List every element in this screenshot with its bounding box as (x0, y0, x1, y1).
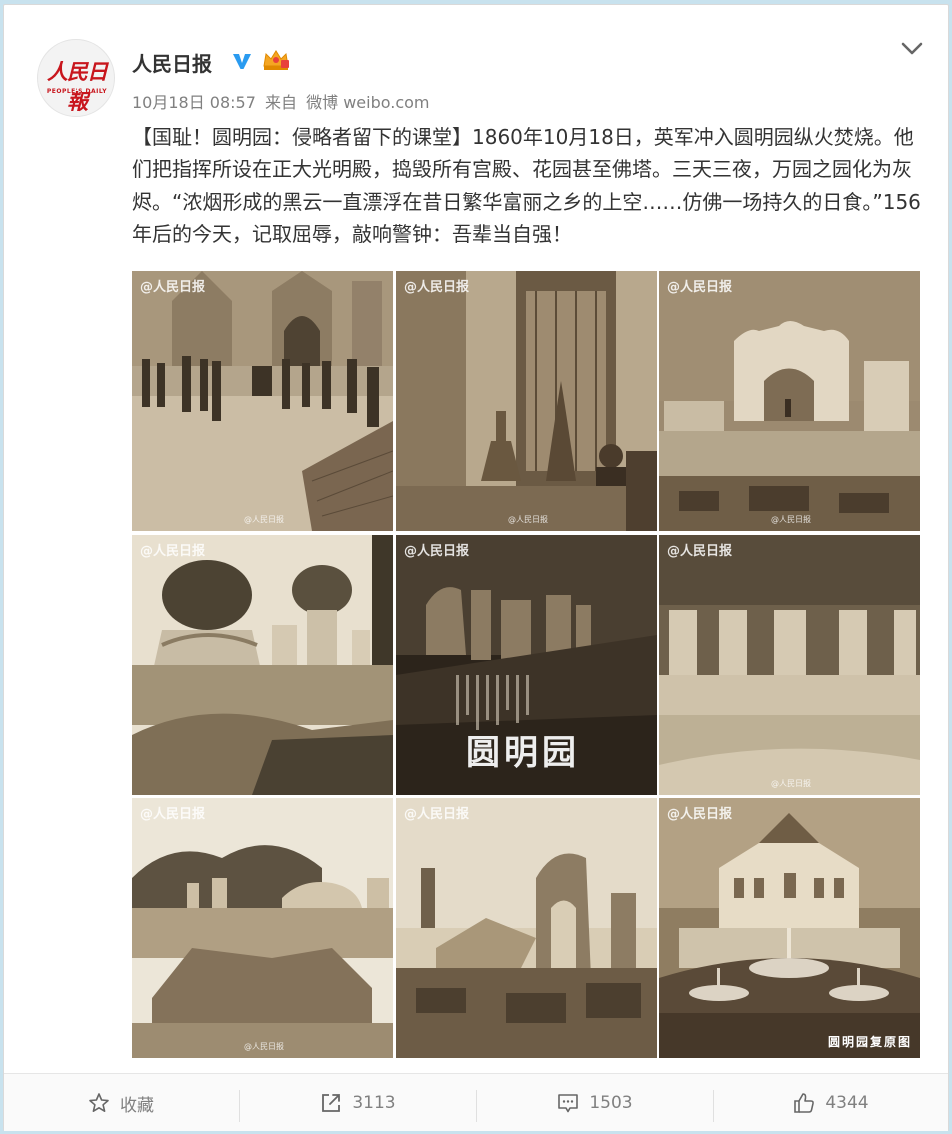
avatar-logo-english: PEOPLE'S DAILY (46, 88, 108, 95)
watermark-small: @人民日报 (508, 515, 548, 524)
watermark-small: @人民日报 (244, 1042, 284, 1051)
repost-button[interactable]: 3113 (240, 1074, 476, 1132)
photo-rubble-field-image (132, 798, 393, 1058)
image-grid: @人民日报 @人民日报 @人民日报 @人民日报 @人民日报 @人民日报 @人民日… (132, 271, 920, 1059)
photo-palace-bell-image (396, 271, 657, 531)
photo-ruins-trees[interactable]: @人民日报 (132, 535, 393, 795)
action-bar: 收藏 3113 1503 4344 (4, 1073, 948, 1131)
post-meta: 10月18日 08:57 来自 微博 weibo.com (132, 89, 434, 113)
repost-share-icon (322, 1094, 341, 1112)
author-avatar[interactable]: 人民日報 PEOPLE'S DAILY (37, 39, 115, 117)
restoration-caption: 圆明园复原图 (827, 1035, 912, 1049)
photo-stone-panels[interactable]: @人民日报 @人民日报 (659, 535, 920, 795)
photo-stone-panels-image (659, 535, 920, 795)
watermark-small: @人民日报 (771, 515, 811, 524)
source-prefix: 来自 (265, 93, 298, 112)
author-name[interactable]: 人民日报 (132, 48, 212, 77)
star-icon (89, 1093, 109, 1112)
photo-soldiers-cathedral[interactable]: @人民日报 @人民日报 (132, 271, 393, 531)
like-count: 4344 (825, 1093, 869, 1113)
photo-ruins-trees-image (132, 535, 393, 795)
photo-palace-bell[interactable]: @人民日报 @人民日报 (396, 271, 657, 531)
watermark: @人民日报 (140, 544, 206, 559)
photo-soldiers-cathedral-image (132, 271, 393, 531)
photo-broken-arch-image (396, 798, 657, 1058)
avatar-logo-text: 人民日報 (47, 59, 108, 114)
favorite-label: 收藏 (120, 1095, 154, 1116)
comment-button[interactable]: 1503 (477, 1074, 713, 1132)
watermark: @人民日报 (140, 807, 206, 822)
watermark: @人民日报 (140, 280, 206, 295)
chevron-down-icon[interactable] (900, 41, 924, 57)
photo-stone-arch[interactable]: @人民日报 @人民日报 (659, 271, 920, 531)
watermark: @人民日报 (404, 544, 470, 559)
watermark-small: @人民日报 (771, 779, 811, 788)
watermark: @人民日报 (667, 544, 733, 559)
comment-icon (558, 1094, 579, 1113)
post-timestamp[interactable]: 10月18日 08:57 (132, 93, 256, 112)
photo-stone-arch-image (659, 271, 920, 531)
photo-yuanmingyuan-poster[interactable]: @人民日报 圆明园 (396, 535, 657, 795)
photo-restoration-render-image (659, 798, 920, 1058)
post-text: 【国耻！圆明园：侵略者留下的课堂】1860年10月18日，英军冲入圆明园纵火焚烧… (132, 125, 921, 247)
watermark: @人民日报 (404, 280, 470, 295)
like-button[interactable]: 4344 (714, 1074, 948, 1132)
crown-member-icon[interactable] (261, 48, 291, 72)
post-source[interactable]: 微博 weibo.com (306, 93, 429, 112)
poster-caption: 圆明园 (466, 733, 580, 773)
photo-restoration-render[interactable]: @人民日报 圆明园复原图 (659, 798, 920, 1058)
watermark-small: @人民日报 (244, 515, 284, 524)
watermark: @人民日报 (667, 807, 733, 822)
favorite-button[interactable]: 收藏 (4, 1074, 238, 1132)
verified-v-icon (233, 54, 251, 69)
watermark: @人民日报 (667, 280, 733, 295)
comment-count: 1503 (589, 1093, 633, 1113)
photo-broken-arch[interactable]: @人民日报 (396, 798, 657, 1058)
thumbs-up-icon (794, 1093, 815, 1113)
photo-rubble-field[interactable]: @人民日报 @人民日报 (132, 798, 393, 1058)
weibo-post-card: 人民日報 PEOPLE'S DAILY 人民日报 10月18日 08:57 来自… (3, 4, 949, 1131)
watermark: @人民日报 (404, 807, 470, 822)
repost-count: 3113 (352, 1093, 396, 1113)
